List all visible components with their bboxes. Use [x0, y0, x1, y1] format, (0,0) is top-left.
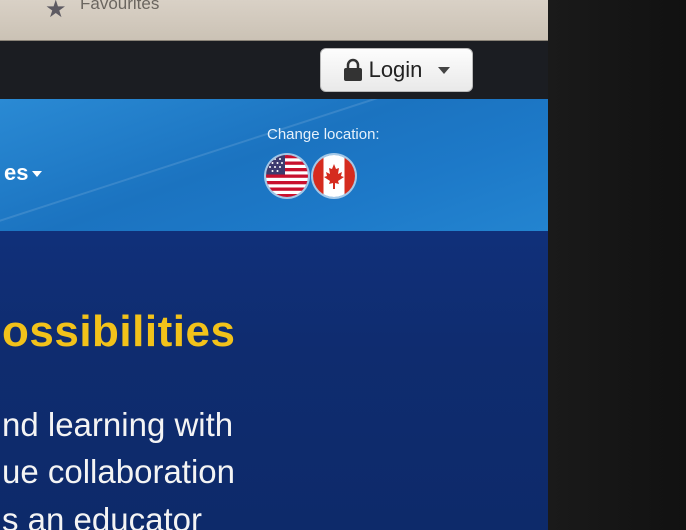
chevron-down-icon [438, 66, 451, 74]
login-button[interactable]: Login [320, 48, 473, 92]
star-icon: ★ [45, 0, 67, 23]
chevron-down-icon [32, 171, 43, 177]
hero-section: ossibilities nd learning with ue collabo… [0, 231, 548, 530]
lock-icon [343, 58, 363, 82]
canada-flag-icon[interactable] [313, 155, 355, 197]
us-flag-icon[interactable] [266, 155, 308, 197]
change-location-label: Change location: [267, 126, 380, 143]
hero-text-line: s an educator [2, 501, 202, 530]
site-header: es Change location: [0, 99, 548, 231]
nav-menu-item[interactable]: es [4, 160, 43, 186]
favourites-link[interactable]: Favourites [80, 0, 159, 14]
hero-title: ossibilities [2, 307, 236, 356]
hero-text-line: nd learning with [2, 406, 234, 443]
login-label: Login [368, 57, 423, 82]
nav-menu-item-label: es [4, 160, 29, 185]
monitor-bezel [548, 0, 686, 530]
screen-photo: ★ Favourites Login es Change location: o… [0, 0, 686, 530]
favourites-bar: ★ Favourites [0, 0, 548, 41]
hero-text-line: ue collaboration [2, 453, 235, 490]
